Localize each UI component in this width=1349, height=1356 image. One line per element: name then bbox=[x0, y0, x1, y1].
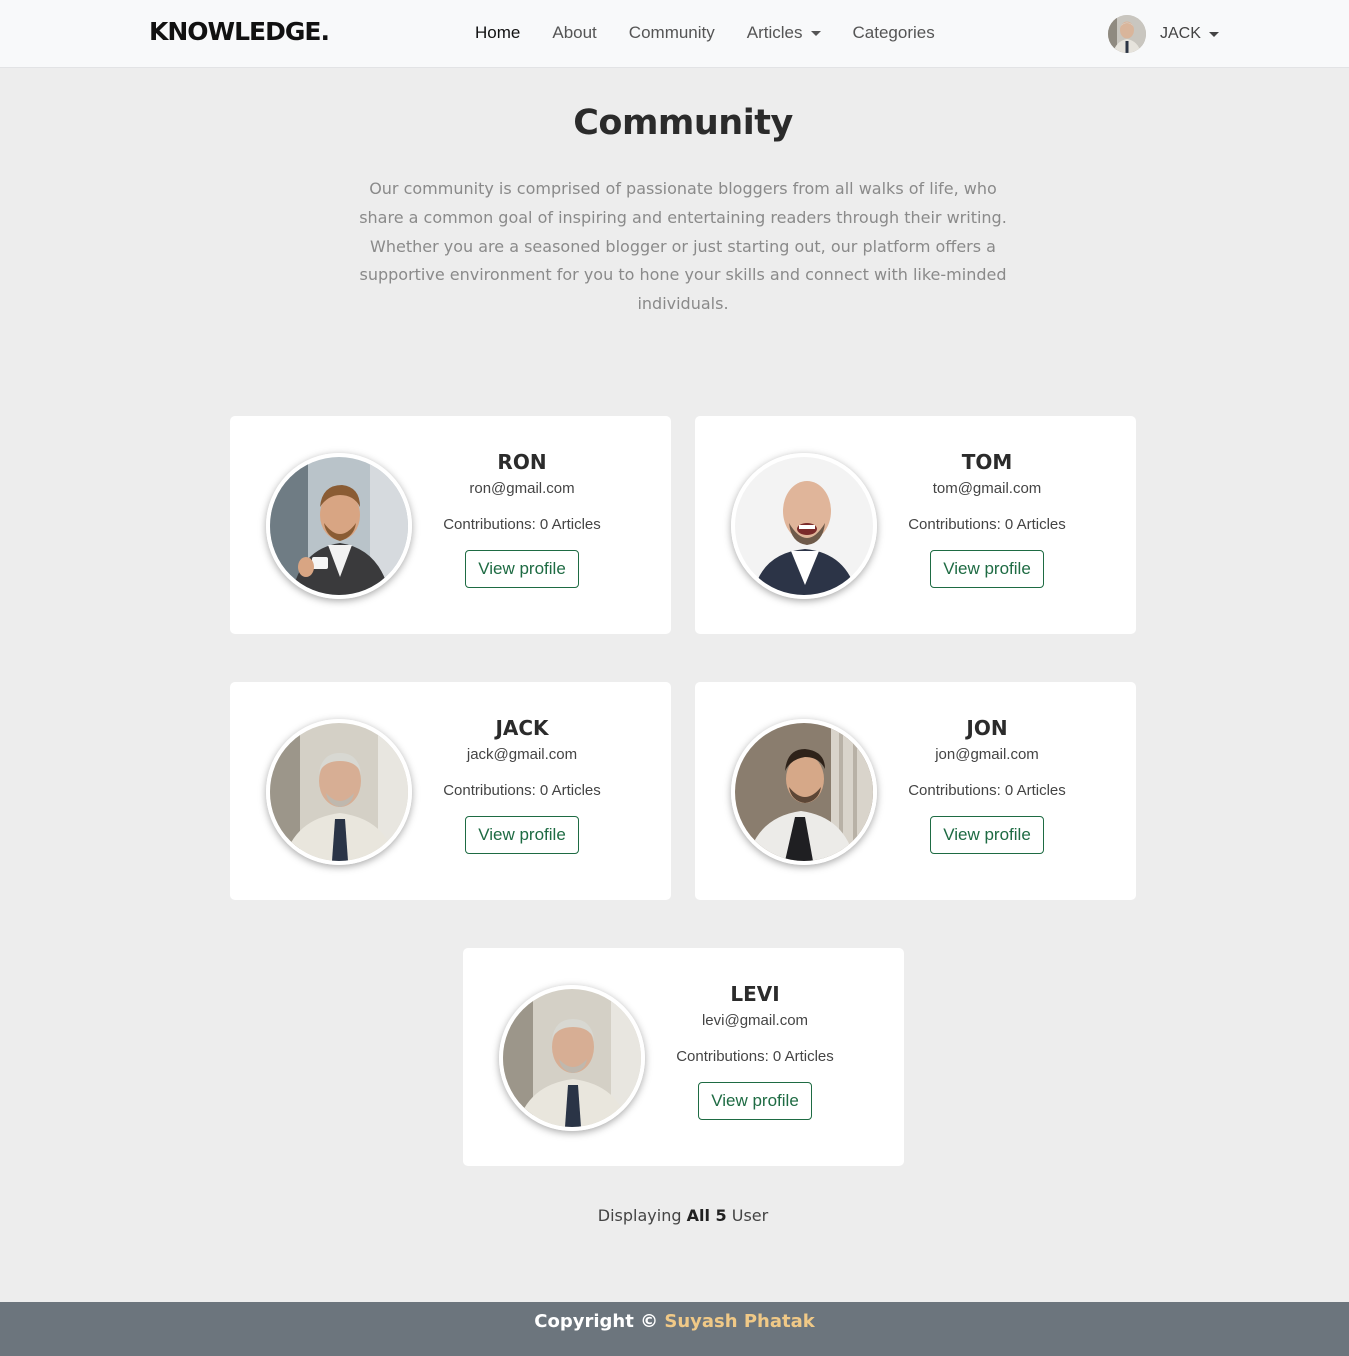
member-name: TOM bbox=[961, 450, 1013, 474]
member-info: JON jon@gmail.com Contributions: 0 Artic… bbox=[887, 682, 1087, 854]
nav-community[interactable]: Community bbox=[629, 23, 715, 43]
view-profile-button[interactable]: View profile bbox=[930, 816, 1044, 854]
page-intro: Our community is comprised of passionate… bbox=[359, 179, 1007, 314]
member-contributions: Contributions: 0 Articles bbox=[443, 782, 601, 799]
avatar bbox=[266, 453, 412, 599]
member-name: LEVI bbox=[730, 982, 780, 1006]
user-menu[interactable]: JACK bbox=[1108, 15, 1219, 53]
view-profile-button[interactable]: View profile bbox=[698, 1082, 812, 1120]
member-info: TOM tom@gmail.com Contributions: 0 Artic… bbox=[887, 416, 1087, 588]
page-footer: Copyright © Suyash Phatak bbox=[0, 1302, 1349, 1356]
nav-articles-dropdown[interactable]: Articles bbox=[747, 23, 821, 43]
member-card-jack: JACK jack@gmail.com Contributions: 0 Art… bbox=[230, 682, 671, 900]
member-email: tom@gmail.com bbox=[932, 480, 1042, 497]
member-name: JON bbox=[966, 716, 1008, 740]
nav-home[interactable]: Home bbox=[475, 23, 520, 43]
avatar bbox=[1108, 15, 1146, 53]
view-profile-button[interactable]: View profile bbox=[930, 550, 1044, 588]
copyright-text: Copyright © bbox=[534, 1311, 659, 1332]
member-email: levi@gmail.com bbox=[701, 1012, 809, 1029]
member-card-ron: RON ron@gmail.com Contributions: 0 Artic… bbox=[230, 416, 671, 634]
member-card-jon: JON jon@gmail.com Contributions: 0 Artic… bbox=[695, 682, 1136, 900]
chevron-down-icon bbox=[810, 30, 821, 36]
summary-count: All 5 bbox=[686, 1206, 727, 1225]
brand-logo[interactable]: KNOWLEDGE. bbox=[149, 17, 330, 46]
user-count-summary: Displaying All 5 User bbox=[0, 1206, 1349, 1225]
nav-categories[interactable]: Categories bbox=[853, 23, 935, 43]
member-info: JACK jack@gmail.com Contributions: 0 Art… bbox=[422, 682, 622, 854]
avatar bbox=[499, 985, 645, 1131]
member-contributions: Contributions: 0 Articles bbox=[908, 516, 1066, 533]
member-info: LEVI levi@gmail.com Contributions: 0 Art… bbox=[655, 948, 855, 1120]
nav-links: Home About Community Articles Categories bbox=[475, 23, 967, 43]
avatar bbox=[731, 719, 877, 865]
user-name: JACK bbox=[1160, 25, 1201, 42]
avatar bbox=[266, 719, 412, 865]
member-name: JACK bbox=[495, 716, 549, 740]
page-title: Community bbox=[573, 103, 793, 143]
chevron-down-icon bbox=[1208, 31, 1219, 37]
summary-prefix: Displaying bbox=[597, 1206, 682, 1225]
author-name: Suyash Phatak bbox=[664, 1311, 815, 1332]
nav-about[interactable]: About bbox=[552, 23, 596, 43]
member-contributions: Contributions: 0 Articles bbox=[443, 516, 601, 533]
nav-articles-label: Articles bbox=[746, 23, 803, 42]
member-name: RON bbox=[497, 450, 547, 474]
member-email: jon@gmail.com bbox=[935, 746, 1039, 763]
summary-suffix: User bbox=[731, 1206, 769, 1225]
view-profile-button[interactable]: View profile bbox=[465, 816, 579, 854]
member-card-tom: TOM tom@gmail.com Contributions: 0 Artic… bbox=[695, 416, 1136, 634]
member-card-levi: LEVI levi@gmail.com Contributions: 0 Art… bbox=[463, 948, 904, 1166]
member-contributions: Contributions: 0 Articles bbox=[676, 1048, 834, 1065]
member-info: RON ron@gmail.com Contributions: 0 Artic… bbox=[422, 416, 622, 588]
view-profile-button[interactable]: View profile bbox=[465, 550, 579, 588]
avatar bbox=[731, 453, 877, 599]
navbar: KNOWLEDGE. Home About Community Articles… bbox=[0, 0, 1349, 68]
member-email: jack@gmail.com bbox=[466, 746, 578, 763]
member-email: ron@gmail.com bbox=[469, 480, 575, 497]
member-contributions: Contributions: 0 Articles bbox=[908, 782, 1066, 799]
